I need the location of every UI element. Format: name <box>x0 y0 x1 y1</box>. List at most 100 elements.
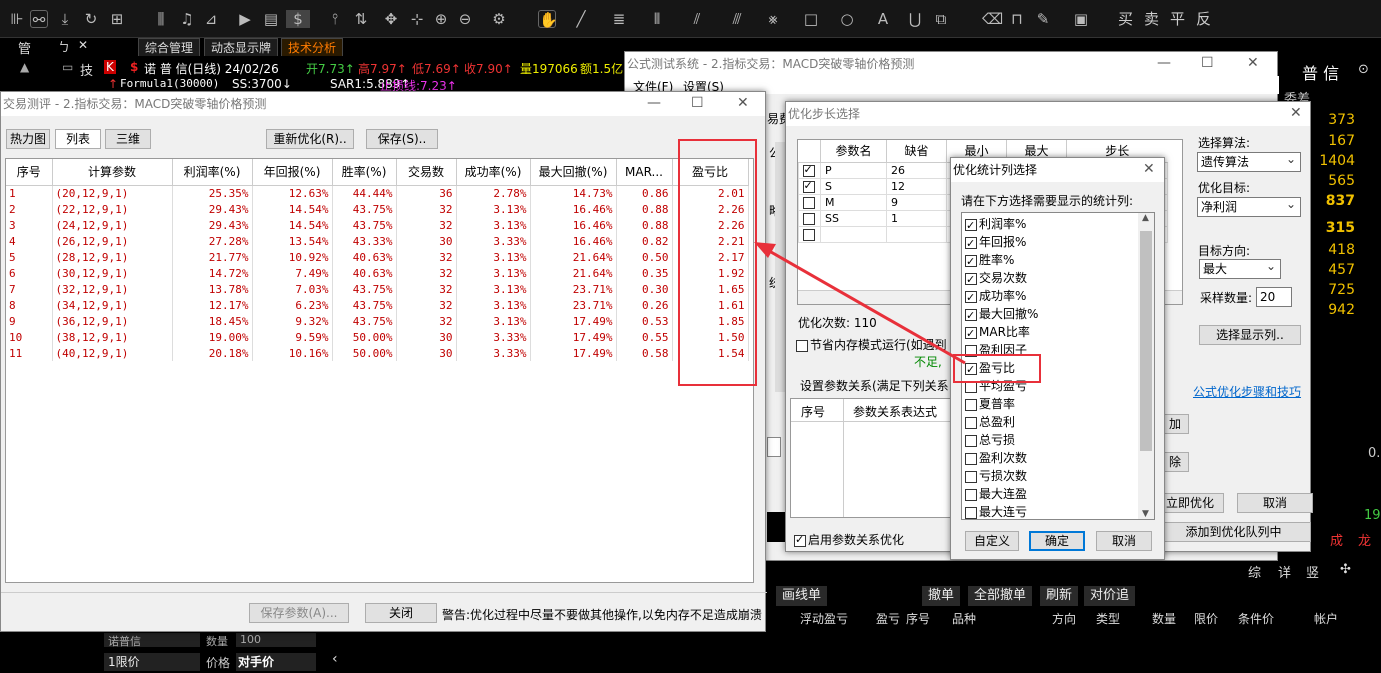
rect-icon[interactable]: □ <box>802 10 820 28</box>
cancel-order-button[interactable]: 撤单 <box>922 586 961 606</box>
stat-checkbox[interactable] <box>965 217 977 235</box>
table-row[interactable]: 8 (34,12,9,1) 12.17% 6.23% 43.75% 32 3.13% 23.7… <box>6 297 749 313</box>
stat-option[interactable]: 最大回撤% <box>965 305 1038 325</box>
table-row[interactable]: 6 (30,12,9,1) 14.72% 7.49% 40.63% 32 3.13% 21.6… <box>6 265 749 281</box>
param-checkbox[interactable] <box>802 212 815 225</box>
close-icon[interactable]: ✕ <box>1247 52 1259 76</box>
table-row[interactable]: 9 (36,12,9,1) 18.45% 9.32% 43.75% 32 3.13% 17.4… <box>6 313 749 329</box>
stat-checkbox[interactable] <box>965 434 977 447</box>
settings-icon[interactable]: ⚙ <box>490 10 508 28</box>
tab-dynamic-board[interactable]: 动态显示牌 <box>204 38 279 56</box>
stat-checkbox[interactable] <box>965 398 977 411</box>
zoom-in-icon[interactable]: ⊕ <box>432 10 450 28</box>
stat-option[interactable]: 胜率% <box>965 251 1014 271</box>
results-col-header[interactable]: 成功率(%) <box>456 159 531 186</box>
save-icon[interactable]: ▣ <box>1072 10 1090 28</box>
stat-option[interactable]: 盈利次数 <box>965 449 1027 467</box>
ok-button[interactable]: 确定 <box>1029 531 1085 551</box>
table-row[interactable]: 4 (26,12,9,1) 27.28% 13.54% 43.33% 30 3.33% 16.… <box>6 233 749 249</box>
direction-select[interactable]: 最大 <box>1199 257 1281 279</box>
select-columns-button[interactable]: 选择显示列.. <box>1199 325 1301 345</box>
stat-checkbox[interactable] <box>965 470 977 483</box>
cancel-button[interactable]: 取消 <box>1096 531 1152 551</box>
tab-manage-left[interactable]: 管 <box>18 38 31 57</box>
doc-icon[interactable]: ▤ <box>262 10 280 28</box>
close-button[interactable]: 关闭 <box>365 603 437 623</box>
param-checkbox[interactable] <box>802 179 815 193</box>
small-select[interactable] <box>767 437 781 457</box>
param-default[interactable]: 26 <box>886 161 947 179</box>
results-col-header[interactable]: 交易数 <box>396 159 457 186</box>
stat-option[interactable]: 亏损次数 <box>965 467 1027 485</box>
tab-heatmap[interactable]: 热力图 <box>6 129 50 149</box>
table-row[interactable]: 10 (38,12,9,1) 19.00% 9.59% 50.00% 30 3.33% 17.… <box>6 329 749 345</box>
magnet-icon[interactable]: ⋃ <box>906 10 924 28</box>
expand-icon[interactable]: ▲ <box>20 60 29 74</box>
candle-icon[interactable]: ⊪ <box>8 10 26 28</box>
target-select[interactable]: 净利润 <box>1197 195 1301 217</box>
results-col-header[interactable]: 最大回撤(%) <box>530 159 617 186</box>
stat-option[interactable]: 利润率% <box>965 215 1026 235</box>
stat-option[interactable]: 最大连盈 <box>965 485 1027 503</box>
chase-price-button[interactable]: 对价追 <box>1084 586 1136 606</box>
stat-checkbox[interactable] <box>965 416 977 429</box>
enable-relation-checkbox[interactable]: 启用参数关系优化 <box>794 531 904 548</box>
stat-option[interactable]: 最大连亏 <box>965 503 1027 521</box>
filter-icon[interactable]: ⫯ <box>326 10 344 28</box>
run-optimize-button[interactable]: 立即优化 <box>1156 493 1224 513</box>
line-icon[interactable]: ╱ <box>572 10 590 28</box>
param-default[interactable]: 9 <box>886 193 947 211</box>
reverse-button[interactable]: 反 <box>1196 10 1211 28</box>
stock-field[interactable]: 诺普信 <box>104 633 200 647</box>
chart-icon[interactable]: ⊿ <box>202 10 220 28</box>
stat-checkbox[interactable] <box>965 488 977 501</box>
results-col-header[interactable]: 年回报(%) <box>252 159 333 186</box>
table-row[interactable]: 11 (40,12,9,1) 20.18% 10.16% 50.00% 30 3.33% 17… <box>6 345 749 361</box>
download-icon[interactable]: ⤓ <box>56 10 74 28</box>
tools-icon[interactable]: ✣ <box>1340 562 1351 577</box>
algo-select[interactable]: 遗传算法 <box>1197 150 1301 172</box>
results-col-header[interactable]: 胜率(%) <box>332 159 397 186</box>
help-link[interactable]: 公式优化步骤和技巧 <box>1193 383 1301 400</box>
stat-option[interactable]: 年回报% <box>965 233 1026 253</box>
pen-icon[interactable]: ✎ <box>1034 10 1052 28</box>
results-col-header[interactable]: MAR... <box>616 159 673 186</box>
cancel-all-button[interactable]: 全部撤单 <box>968 586 1033 606</box>
results-col-header[interactable]: 计算参数 <box>52 159 173 186</box>
qty-field[interactable]: 100 <box>236 633 316 647</box>
order-type-select[interactable]: 1限价 <box>104 653 200 671</box>
tab-technical[interactable]: 技术分析 <box>281 38 344 56</box>
param-default[interactable]: 12 <box>886 177 947 195</box>
sort-icon[interactable]: ⇅ <box>352 10 370 28</box>
zoom-out-icon[interactable]: ⊖ <box>456 10 474 28</box>
tab-list[interactable]: 列表 <box>55 129 101 149</box>
cross-line-icon[interactable]: ⨳ <box>764 10 782 28</box>
results-col-header[interactable]: 序号 <box>6 159 53 186</box>
delete-button[interactable]: 除 <box>1161 452 1189 472</box>
close-position-button[interactable]: 平 <box>1170 10 1185 28</box>
sample-input[interactable]: 20 <box>1256 287 1292 307</box>
reoptimize-button[interactable]: 重新优化(R).. <box>266 129 354 149</box>
refresh-icon[interactable]: ↻ <box>82 10 100 28</box>
close-icon[interactable]: ✕ <box>1143 158 1155 182</box>
tab-3d[interactable]: 三维 <box>105 129 151 149</box>
trash-icon[interactable]: ⌫ <box>982 10 1003 28</box>
play-icon[interactable]: ▶ <box>236 10 254 28</box>
buy-button[interactable]: 买 <box>1118 10 1133 28</box>
circle-icon[interactable]: ○ <box>838 10 856 28</box>
stat-option[interactable]: 成功率% <box>965 287 1026 307</box>
stat-option[interactable]: MAR比率 <box>965 323 1030 343</box>
minimize-icon[interactable]: — <box>1157 52 1171 76</box>
close-icon[interactable]: ✕ <box>1290 102 1302 126</box>
v-scrollbar[interactable]: ▲ ▼ <box>1138 213 1154 519</box>
maximize-icon[interactable]: ☐ <box>691 92 704 116</box>
close-icon[interactable]: ✕ <box>737 92 749 116</box>
hand-icon[interactable]: ✋ <box>538 10 558 29</box>
layout-icon[interactable]: ⫼ <box>152 10 170 28</box>
results-col-header[interactable]: 利润率(%) <box>172 159 253 186</box>
param-checkbox[interactable] <box>802 163 815 177</box>
save-button[interactable]: 保存(S).. <box>366 129 438 149</box>
table-row[interactable]: 3 (24,12,9,1) 29.43% 14.54% 43.75% 32 3.13% 16.… <box>6 217 749 233</box>
crosshair-icon[interactable]: ⊹ <box>408 10 426 28</box>
bars-icon[interactable]: ⦀ <box>648 10 666 28</box>
